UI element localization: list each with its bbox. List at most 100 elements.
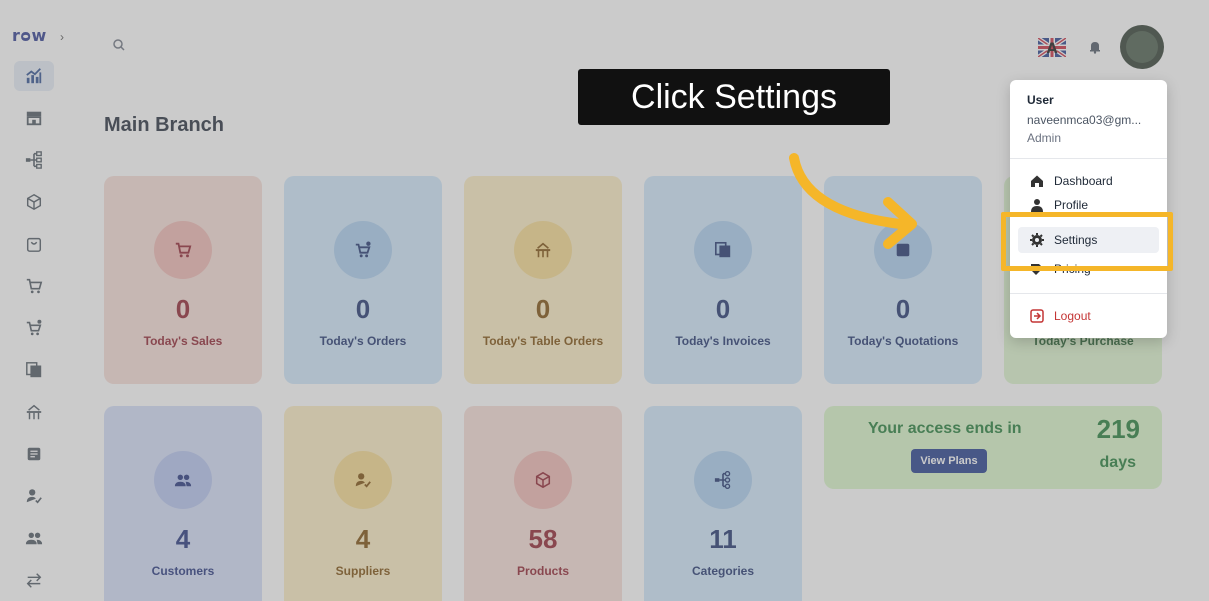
access-banner: Your access ends in 219 days View Plans [824,406,1162,489]
shopping-bag-icon [26,237,42,252]
sidebar-item-tables[interactable] [14,397,54,427]
search-icon[interactable] [112,38,126,52]
users-icon [174,474,192,487]
hierarchy-icon [25,151,42,169]
divider [1010,293,1167,294]
stat-value: 0 [715,294,731,324]
cart-icon [175,242,192,258]
user-check-icon [355,473,371,488]
sidebar-item-products[interactable] [14,187,54,217]
cube-icon [26,193,42,211]
logout-icon [1030,309,1044,323]
sidebar-item-hierarchy[interactable] [14,145,54,175]
document-icon [27,447,41,461]
stat-label: Today's Table Orders [482,334,604,348]
bell-icon[interactable] [1088,40,1102,54]
sidebar: rᴑw › [0,0,78,601]
stat-icon-circle [694,221,752,279]
chevron-right-icon[interactable]: › [60,30,64,44]
access-message: Your access ends in [868,420,1022,437]
cart-plus-icon [26,319,42,336]
sidebar-item-dashboard[interactable] [14,61,54,91]
person-icon [1031,199,1043,212]
stat-card[interactable]: 0 Today's Table Orders [464,176,622,384]
stat-card[interactable]: 0 Today's Orders [284,176,442,384]
svg-text:A: A [1047,41,1058,57]
sidebar-item-sales[interactable] [14,271,54,301]
stat-icon-circle [694,451,752,509]
sidebar-item-suppliers[interactable] [14,481,54,511]
users-icon [25,532,43,545]
user-role: Admin [1027,131,1062,145]
stat-label: Today's Sales [143,334,223,348]
logout-button[interactable]: Logout [1018,303,1159,329]
stat-icon-circle [154,451,212,509]
tutorial-callout: Click Settings [578,69,890,125]
menu-item-dashboard[interactable]: Dashboard [1018,168,1159,194]
stat-card[interactable]: 58 Products [464,406,622,601]
stat-card[interactable]: 0 Today's Sales [104,176,262,384]
menu-item-label: Dashboard [1054,174,1113,188]
cube-icon [535,471,551,489]
user-menu-title: User [1027,93,1054,107]
hierarchy-icon [714,471,731,489]
sidebar-item-purchase[interactable] [14,313,54,343]
menu-item-label: Profile [1054,198,1089,212]
stat-value: 0 [355,294,371,324]
app-logo[interactable]: rᴑw [12,26,47,45]
stat-icon-circle [334,221,392,279]
stat-value: 0 [895,294,911,324]
transfer-icon [26,573,42,588]
stat-label: Today's Quotations [847,334,959,348]
sidebar-item-customers[interactable] [14,523,54,553]
uk-flag-icon[interactable]: A [1038,38,1066,57]
menu-item-profile[interactable]: Profile [1018,198,1159,212]
divider [1010,158,1167,159]
stat-value: 0 [175,294,191,324]
user-email: naveenmca03@gm... [1027,113,1142,127]
stat-label: Today's Invoices [675,334,771,348]
user-check-icon [26,489,42,504]
sidebar-item-orders[interactable] [14,229,54,259]
stat-card[interactable]: 4 Suppliers [284,406,442,601]
stat-value: 11 [709,524,737,554]
user-menu: User naveenmca03@gm... Admin Dashboard P… [1010,80,1167,338]
stat-icon-circle [154,221,212,279]
page-title: Main Branch [104,114,225,136]
chart-icon [26,68,42,84]
stat-icon-circle [334,451,392,509]
sidebar-item-transfers[interactable] [14,565,54,595]
stat-label: Today's Orders [319,334,407,348]
sidebar-item-quotations[interactable] [14,439,54,469]
stat-value: 0 [535,294,551,324]
view-plans-button[interactable]: View Plans [911,449,987,473]
stat-label: Suppliers [335,564,391,578]
cart-icon [26,278,43,294]
access-days-label: days [1099,454,1136,471]
stat-label: Products [516,564,569,578]
stat-value: 58 [528,524,558,554]
stat-card[interactable]: 4 Customers [104,406,262,601]
table-icon [535,242,551,258]
sidebar-item-store[interactable] [14,103,54,133]
store-icon [26,111,42,126]
home-icon [1031,175,1043,187]
stat-icon-circle [514,221,572,279]
avatar[interactable] [1120,25,1164,69]
curved-arrow-icon [789,153,917,249]
stat-label: Customers [151,564,215,578]
cart-plus-icon [355,241,371,258]
logout-label: Logout [1054,309,1091,323]
copy-icon [26,362,42,378]
stat-card[interactable]: 0 Today's Invoices [644,176,802,384]
stat-value: 4 [175,524,191,554]
stat-value: 4 [355,524,371,554]
access-days-value: 219 [1096,414,1140,444]
settings-highlight-box [1001,212,1173,271]
copy-icon [714,241,731,258]
stat-card[interactable]: 11 Categories [644,406,802,601]
stat-label: Categories [691,564,755,578]
table-icon [26,404,42,420]
sidebar-item-invoices[interactable] [14,355,54,385]
stat-icon-circle [514,451,572,509]
